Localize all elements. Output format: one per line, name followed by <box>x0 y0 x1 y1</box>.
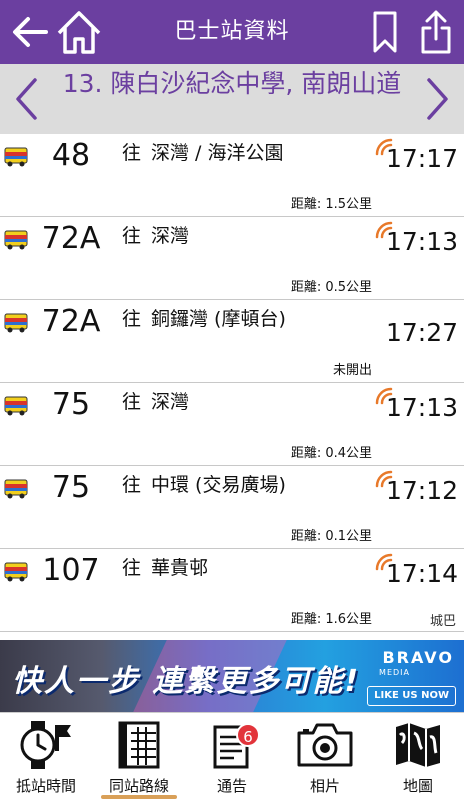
stop-name: 13. 陳白沙紀念中學, 南朗山道 <box>62 69 402 98</box>
route-number: 72A <box>41 304 101 339</box>
back-arrow-icon <box>13 17 48 47</box>
tab-label: 通告 <box>216 777 247 795</box>
share-button[interactable] <box>416 8 456 56</box>
destination: 深灣 <box>151 391 190 413</box>
watch-clock-icon <box>20 721 71 769</box>
share-icon <box>421 10 451 54</box>
tab-same-stop-routes[interactable]: 同站路線 <box>93 713 185 800</box>
bus-icon <box>4 229 28 255</box>
tab-arrival-time[interactable]: 抵站時間 <box>0 713 92 800</box>
ad-banner[interactable]: 快人一步 連繫更多可能! BRAVO MEDIA LIKE US NOW <box>0 640 464 712</box>
camera-icon <box>297 723 353 767</box>
bus-icon <box>4 395 28 421</box>
tab-photos[interactable]: 相片 <box>279 713 371 800</box>
stop-bar: 13. 陳白沙紀念中學, 南朗山道 <box>0 64 464 134</box>
distance-note: 距離: 0.5公里 <box>290 280 372 295</box>
route-row[interactable]: 75 往中環 (交易廣場) 17:12 距離: 0.1公里 <box>0 466 464 549</box>
active-tab-indicator <box>101 795 177 799</box>
tab-label: 地圖 <box>402 777 433 795</box>
route-row[interactable]: 72A 往銅鑼灣 (摩頓台) 17:27 未開出 <box>0 300 464 383</box>
bus-icon <box>4 312 28 338</box>
tab-label: 同站路線 <box>108 777 169 795</box>
notification-badge: 6 <box>236 723 260 747</box>
eta-time: 17:14 <box>385 559 458 588</box>
route-number: 48 <box>51 138 91 173</box>
ad-brand-sub: MEDIA <box>379 668 410 677</box>
map-icon <box>396 723 440 767</box>
direction-prefix: 往 <box>122 391 142 413</box>
bus-icon <box>4 146 28 172</box>
route-direction: 往華貴邨 <box>122 553 208 580</box>
chevron-left-icon <box>16 78 37 120</box>
route-direction: 往深灣 <box>122 221 189 248</box>
route-row[interactable]: 75 往深灣 17:13 距離: 0.4公里 <box>0 383 464 466</box>
bus-icon <box>4 561 28 587</box>
bookmark-icon <box>373 11 397 53</box>
tab-label: 相片 <box>309 777 340 795</box>
next-stop-button[interactable] <box>418 74 458 124</box>
route-direction: 往深灣 <box>122 387 189 414</box>
ad-brand: BRAVO <box>382 648 454 667</box>
route-number: 75 <box>51 470 91 505</box>
direction-prefix: 往 <box>122 225 142 247</box>
tab-label: 抵站時間 <box>15 777 76 795</box>
destination: 華貴邨 <box>151 557 209 579</box>
route-row[interactable]: 72A 往深灣 17:13 距離: 0.5公里 <box>0 217 464 300</box>
operator-label: 城巴 <box>429 614 456 629</box>
distance-note: 距離: 1.5公里 <box>290 197 372 212</box>
ad-headline: 快人一步 連繫更多可能! <box>12 664 361 699</box>
route-direction: 往銅鑼灣 (摩頓台) <box>122 304 286 331</box>
bottom-tab-bar: 抵站時間 同站路線 通告 6 相片 地圖 <box>0 712 464 800</box>
bus-icon <box>4 478 28 504</box>
route-direction: 往深灣 / 海洋公園 <box>122 138 284 165</box>
destination: 深灣 / 海洋公園 <box>151 142 284 164</box>
direction-prefix: 往 <box>122 142 142 164</box>
direction-prefix: 往 <box>122 308 142 330</box>
eta-time: 17:27 <box>385 318 458 347</box>
home-button[interactable] <box>54 8 104 56</box>
route-number: 107 <box>42 553 100 588</box>
eta-time: 17:13 <box>385 393 458 422</box>
route-row[interactable]: 107 往華貴邨 17:14 距離: 1.6公里 城巴 <box>0 549 464 632</box>
top-bar: 巴士站資料 <box>0 0 464 64</box>
destination: 中環 (交易廣場) <box>151 474 286 496</box>
grid-table-icon <box>118 721 160 769</box>
previous-stop-button[interactable] <box>6 74 46 124</box>
direction-prefix: 往 <box>122 474 142 496</box>
route-list: 48 往深灣 / 海洋公園 17:17 距離: 1.5公里 72A 往深灣 17… <box>0 134 464 640</box>
distance-note: 距離: 0.4公里 <box>290 446 372 461</box>
route-row[interactable]: 48 往深灣 / 海洋公園 17:17 距離: 1.5公里 <box>0 134 464 217</box>
eta-time: 17:17 <box>385 144 458 173</box>
ad-like-button[interactable]: LIKE US NOW <box>367 686 456 706</box>
eta-time: 17:13 <box>385 227 458 256</box>
chevron-right-icon <box>427 78 448 120</box>
status-note: 未開出 <box>332 363 372 378</box>
route-number: 72A <box>41 221 101 256</box>
tab-notices[interactable]: 通告 <box>186 713 278 800</box>
distance-note: 距離: 0.1公里 <box>290 529 372 544</box>
distance-note: 距離: 1.6公里 <box>290 612 372 627</box>
eta-time: 17:12 <box>385 476 458 505</box>
back-button[interactable] <box>8 8 52 56</box>
bookmark-button[interactable] <box>366 8 404 56</box>
destination: 銅鑼灣 (摩頓台) <box>151 308 286 330</box>
destination: 深灣 <box>151 225 190 247</box>
tab-map[interactable]: 地圖 <box>372 713 464 800</box>
home-icon <box>57 11 101 54</box>
route-direction: 往中環 (交易廣場) <box>122 470 286 497</box>
direction-prefix: 往 <box>122 557 142 579</box>
route-number: 75 <box>51 387 91 422</box>
